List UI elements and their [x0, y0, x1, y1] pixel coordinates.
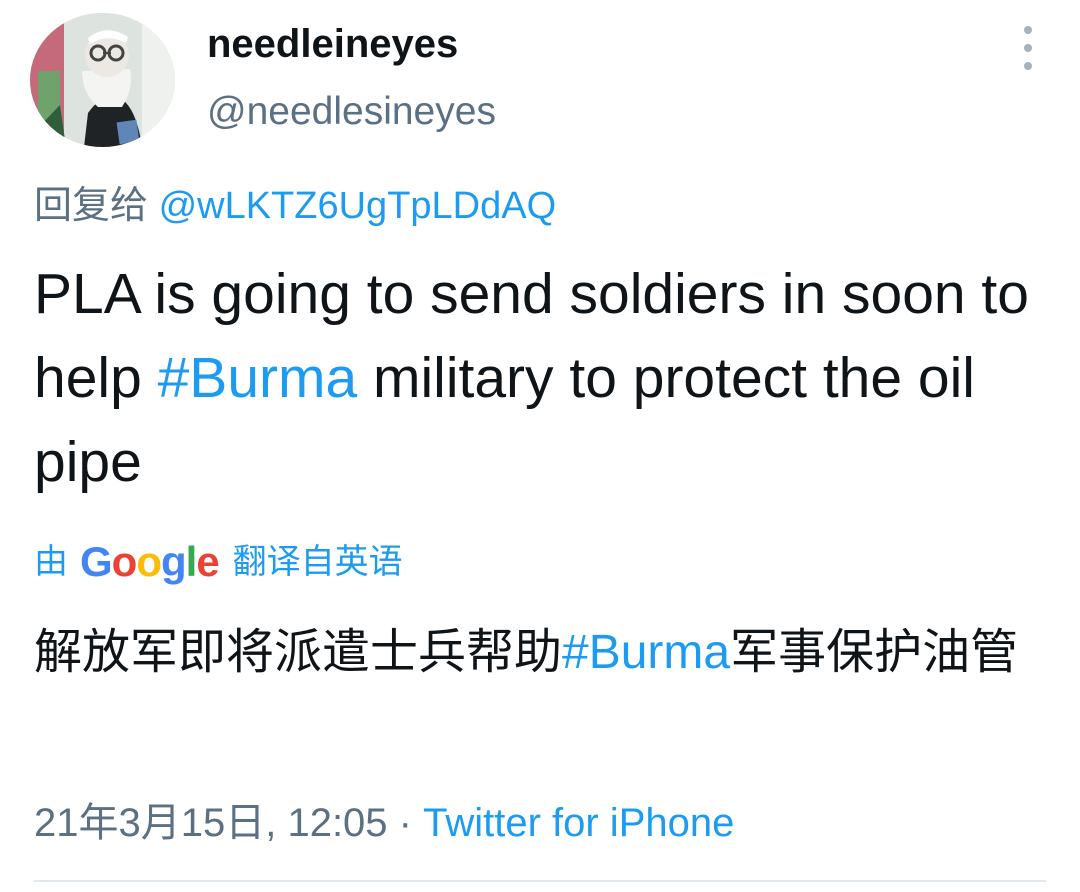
translate-tweet-link[interactable]: 由 Google 翻译自英语 — [34, 538, 403, 586]
avatar[interactable] — [30, 13, 175, 147]
dot — [1024, 44, 1032, 52]
hashtag-link[interactable]: #Burma — [158, 346, 358, 410]
translated-hashtag-link[interactable]: #Burma — [562, 626, 730, 679]
reply-prefix: 回复给 — [34, 185, 159, 227]
translated-text-part2: 军事保护油管 — [730, 626, 1019, 679]
source-link[interactable]: Twitter for iPhone — [423, 801, 734, 845]
avatar-photo — [30, 13, 175, 147]
dot — [1024, 62, 1032, 70]
translated-text-part1: 解放军即将派遣士兵帮助 — [34, 626, 563, 679]
author-display-name[interactable]: needleineyes — [207, 20, 458, 68]
translated-text: 解放军即将派遣士兵帮助#Burma军事保护油管 — [34, 612, 1034, 694]
translate-suffix: 翻译自英语 — [232, 543, 403, 581]
more-options-icon[interactable] — [1008, 26, 1048, 70]
tweet-text: PLA is going to send soldiers in soon to… — [34, 252, 1044, 504]
translate-prefix: 由 — [34, 543, 68, 581]
dot — [1024, 26, 1032, 34]
reply-to-line: 回复给 @wLKTZ6UgTpLDdAQ — [34, 181, 556, 231]
author-handle[interactable]: @needlesineyes — [207, 88, 496, 136]
tweet-meta: 21年3月15日, 12:05 · Twitter for iPhone — [34, 798, 734, 848]
google-logo: Google — [80, 538, 220, 585]
reply-mention-link[interactable]: @wLKTZ6UgTpLDdAQ — [159, 185, 557, 227]
divider — [34, 880, 1046, 882]
meta-separator: · — [387, 801, 424, 845]
timestamp[interactable]: 21年3月15日, 12:05 — [34, 801, 388, 845]
